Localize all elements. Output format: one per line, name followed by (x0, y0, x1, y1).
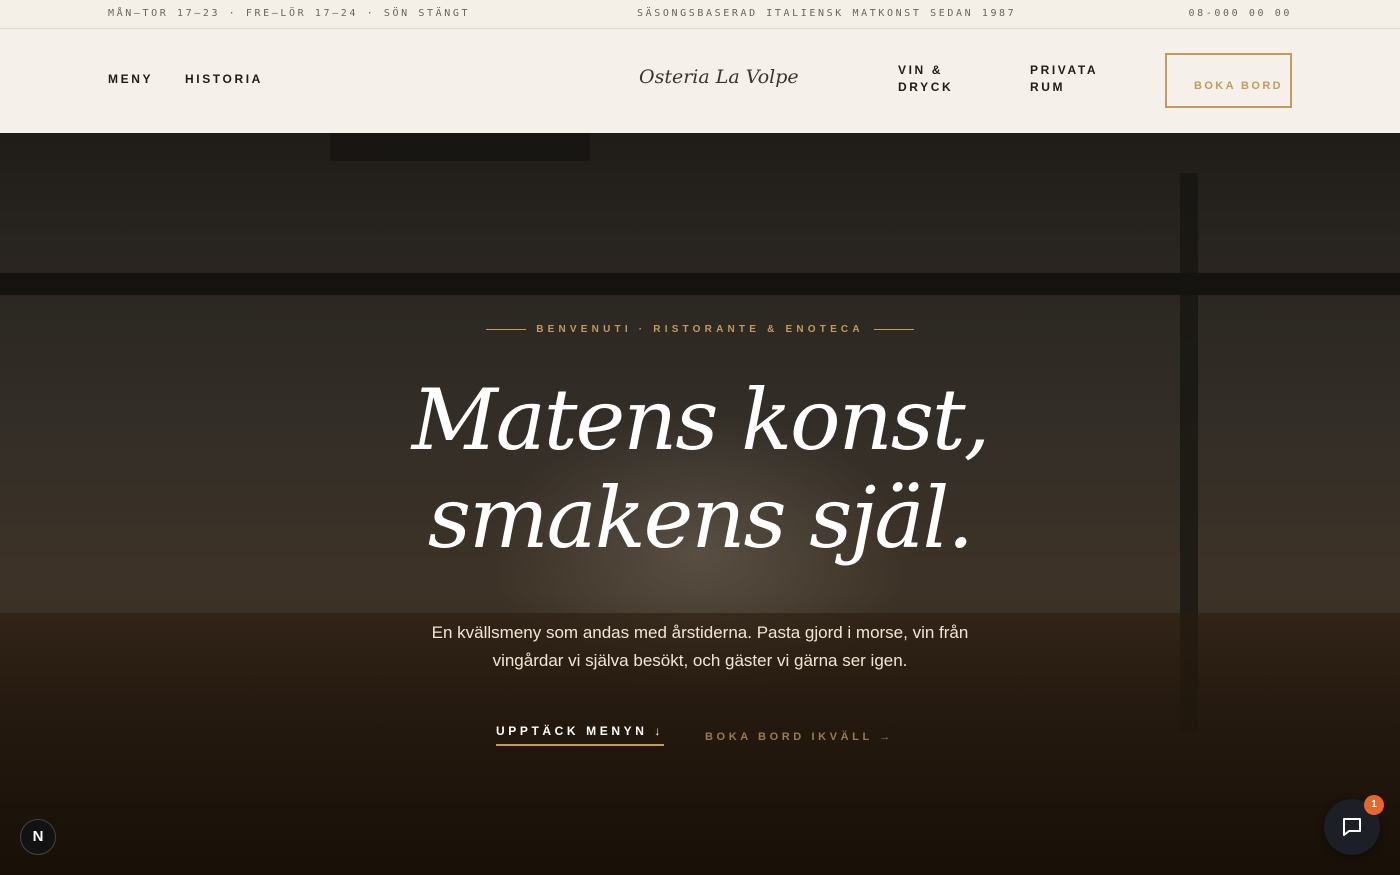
opening-hours: MÅN–TOR 17–23 · FRE–LÖR 17–24 · SÖN STÄN… (108, 8, 471, 19)
site-logo[interactable]: Osteria La Volpe (639, 66, 799, 88)
nav-link-wine-drinks[interactable]: VIN & DRYCK (898, 62, 978, 96)
phone-number[interactable]: 08-000 00 00 (1189, 8, 1292, 19)
hero-headline: Matens konst, smakens själ. (0, 371, 1400, 567)
top-info-bar: MÅN–TOR 17–23 · FRE–LÖR 17–24 · SÖN STÄN… (0, 0, 1400, 29)
book-table-button[interactable]: BOKA BORD (1165, 53, 1292, 108)
hero-lead: En kvällsmeny som andas med årstiderna. … (431, 623, 969, 670)
nav-link-private-rooms[interactable]: PRIVATA RUM (1030, 62, 1120, 96)
headline-line-2: smakens själ. (427, 469, 974, 567)
chat-unread-badge: 1 (1364, 795, 1384, 815)
eyebrow-rule (486, 329, 527, 331)
hero-section: BENVENUTI · RISTORANTE & ENOTECA Matens … (0, 133, 1400, 875)
headline-line-1: Matens konst, (411, 371, 991, 469)
discover-menu-link[interactable]: UPPTÄCK MENYN ↓ (496, 724, 665, 746)
nav-link-history[interactable]: HISTORIA (185, 71, 263, 88)
book-tonight-link[interactable]: BOKA BORD IKVÄLL → (705, 731, 894, 743)
eyebrow-rule (873, 329, 914, 331)
hero-eyebrow: BENVENUTI · RISTORANTE & ENOTECA (0, 321, 1400, 339)
main-nav: MENY HISTORIA Osteria La Volpe VIN & DRY… (0, 29, 1400, 133)
nav-link-menu[interactable]: MENY (108, 71, 153, 88)
tagline: SÄSONGSBASERAD ITALIENSK MATKONST SEDAN … (637, 8, 1017, 19)
eyebrow-text: BENVENUTI · RISTORANTE & ENOTECA (536, 324, 864, 336)
chat-bubble-icon (1343, 818, 1361, 836)
dev-tools-badge[interactable]: N (20, 819, 56, 855)
